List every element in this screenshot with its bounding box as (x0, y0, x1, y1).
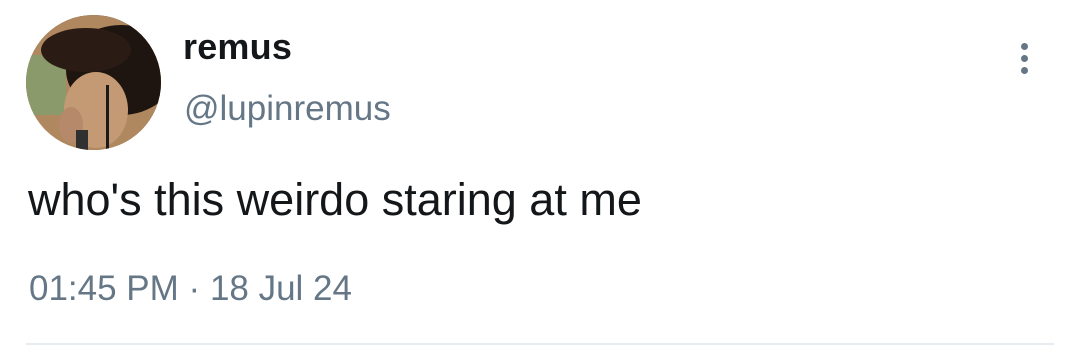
tweet-time: 01:45 PM (29, 269, 179, 308)
ellipsis-dot (1020, 66, 1028, 74)
ellipsis-dot (1020, 42, 1028, 50)
avatar-image (26, 15, 161, 150)
display-name[interactable]: remus (183, 26, 292, 68)
ellipsis-dot (1020, 54, 1028, 62)
tweet-timestamp: 01:45 PM · 18 Jul 24 (29, 269, 352, 309)
vertical-ellipsis-icon[interactable] (1004, 38, 1044, 78)
user-handle[interactable]: @lupinremus (184, 89, 391, 129)
divider (26, 343, 1054, 345)
tweet-text: who's this weirdo staring at me (28, 174, 642, 225)
tweet-date: 18 Jul 24 (209, 269, 352, 308)
timestamp-separator: · (188, 269, 201, 308)
avatar[interactable] (26, 15, 161, 150)
